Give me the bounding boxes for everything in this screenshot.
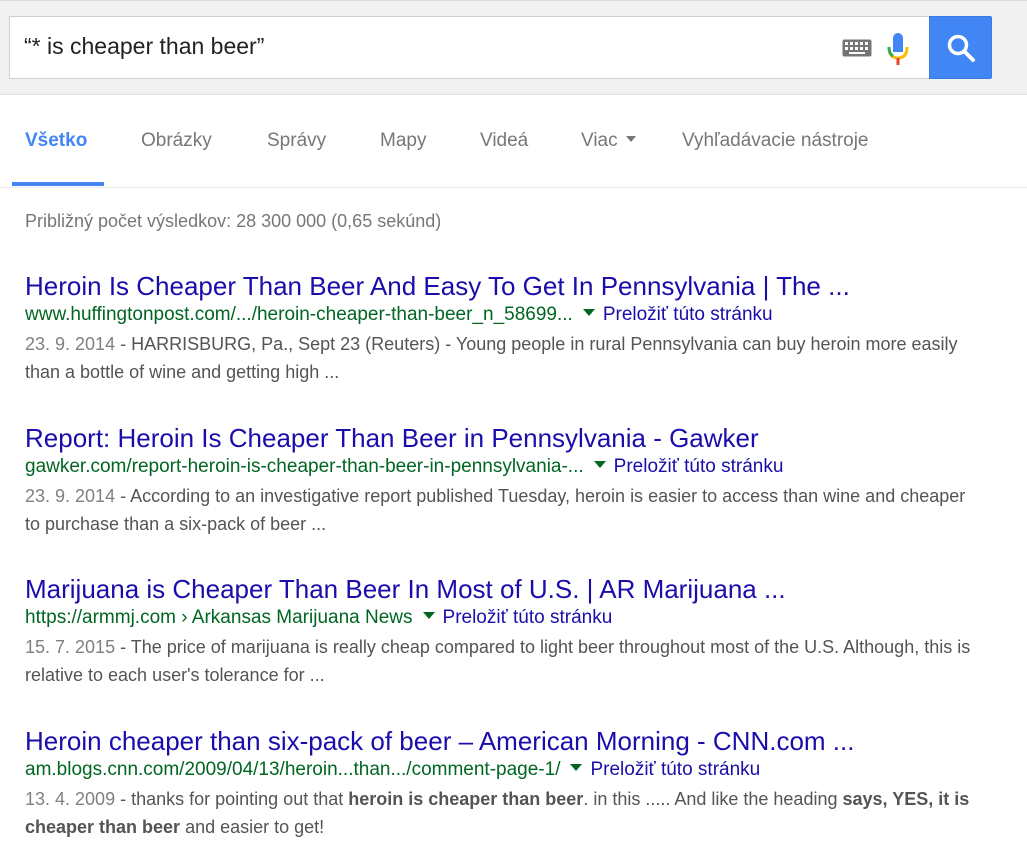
search-header: “* is cheaper than beer” [0,0,1027,95]
tab-videos[interactable]: Videá [480,130,528,152]
result-snippet-text: - The price of marijuana is really cheap… [25,637,971,685]
search-result: Heroin Is Cheaper Than Beer And Easy To … [25,271,985,386]
result-snippet: 23. 9. 2014 - HARRISBURG, Pa., Sept 23 (… [25,330,985,386]
result-title-link[interactable]: Heroin Is Cheaper Than Beer And Easy To … [25,271,985,301]
result-date: 23. 9. 2014 [25,486,116,506]
keyboard-icon[interactable] [842,39,872,57]
result-snippet-text: - According to an investigative report p… [25,486,966,534]
tab-maps[interactable]: Mapy [380,130,426,152]
result-url: gawker.com/report-heroin-is-cheaper-than… [25,456,584,477]
tab-search-tools[interactable]: Vyhľadávacie nástroje [682,130,869,152]
search-icon [947,34,975,62]
result-url: www.huffingtonpost.com/.../heroin-cheape… [25,304,573,325]
tab-news[interactable]: Správy [267,130,326,152]
result-date: 13. 4. 2009 [25,789,116,809]
caret-down-icon[interactable] [593,461,606,469]
search-result: Heroin cheaper than six-pack of beer – A… [25,726,985,841]
microphone-icon[interactable] [886,31,910,67]
translate-link[interactable]: Preložiť túto stránku [590,759,760,780]
result-url-line: www.huffingtonpost.com/.../heroin-cheape… [25,302,985,328]
result-date: 15. 7. 2015 [25,637,116,657]
translate-link[interactable]: Preložiť túto stránku [603,304,773,325]
search-result: Marijuana is Cheaper Than Beer In Most o… [25,574,985,689]
search-tabs: Všetko Obrázky Správy Mapy Videá Viac Vy… [0,96,1027,188]
result-snippet: 23. 9. 2014 - According to an investigat… [25,482,985,538]
tab-images[interactable]: Obrázky [141,130,212,152]
caret-down-icon[interactable] [570,764,583,772]
caret-down-icon[interactable] [422,612,435,620]
result-date: 23. 9. 2014 [25,334,116,354]
caret-down-icon[interactable] [582,309,595,317]
result-url-line: gawker.com/report-heroin-is-cheaper-than… [25,454,985,480]
result-title-link[interactable]: Report: Heroin Is Cheaper Than Beer in P… [25,423,985,453]
result-snippet-highlight: heroin is cheaper than beer [348,789,584,809]
tab-more[interactable]: Viac [581,130,636,152]
tab-all[interactable]: Všetko [25,130,87,152]
result-snippet-part: and easier to get! [180,817,325,837]
result-title-link[interactable]: Heroin cheaper than six-pack of beer – A… [25,726,985,756]
search-button[interactable] [929,16,992,79]
search-input[interactable]: “* is cheaper than beer” [9,16,929,79]
translate-link[interactable]: Preložiť túto stránku [614,456,784,477]
result-url-line: https://armmj.com › Arkansas Marijuana N… [25,605,985,631]
result-url: https://armmj.com › Arkansas Marijuana N… [25,607,413,628]
tab-more-label: Viac [581,130,618,151]
result-snippet: 13. 4. 2009 - thanks for pointing out th… [25,785,985,841]
search-query-text: “* is cheaper than beer” [24,33,265,59]
result-title-link[interactable]: Marijuana is Cheaper Than Beer In Most o… [25,574,985,604]
result-url: am.blogs.cnn.com/2009/04/13/heroin...tha… [25,759,561,780]
result-snippet: 15. 7. 2015 - The price of marijuana is … [25,633,985,689]
result-url-line: am.blogs.cnn.com/2009/04/13/heroin...tha… [25,757,985,783]
caret-down-icon [625,135,636,142]
result-snippet-text: - HARRISBURG, Pa., Sept 23 (Reuters) - Y… [25,334,958,382]
active-tab-indicator [12,182,104,186]
search-result: Report: Heroin Is Cheaper Than Beer in P… [25,423,985,538]
translate-link[interactable]: Preložiť túto stránku [443,607,613,628]
result-snippet-part: . in this ..... And like the heading [583,789,843,809]
result-snippet-part: - thanks for pointing out that [115,789,349,809]
result-stats: Približný počet výsledkov: 28 300 000 (0… [25,211,442,231]
